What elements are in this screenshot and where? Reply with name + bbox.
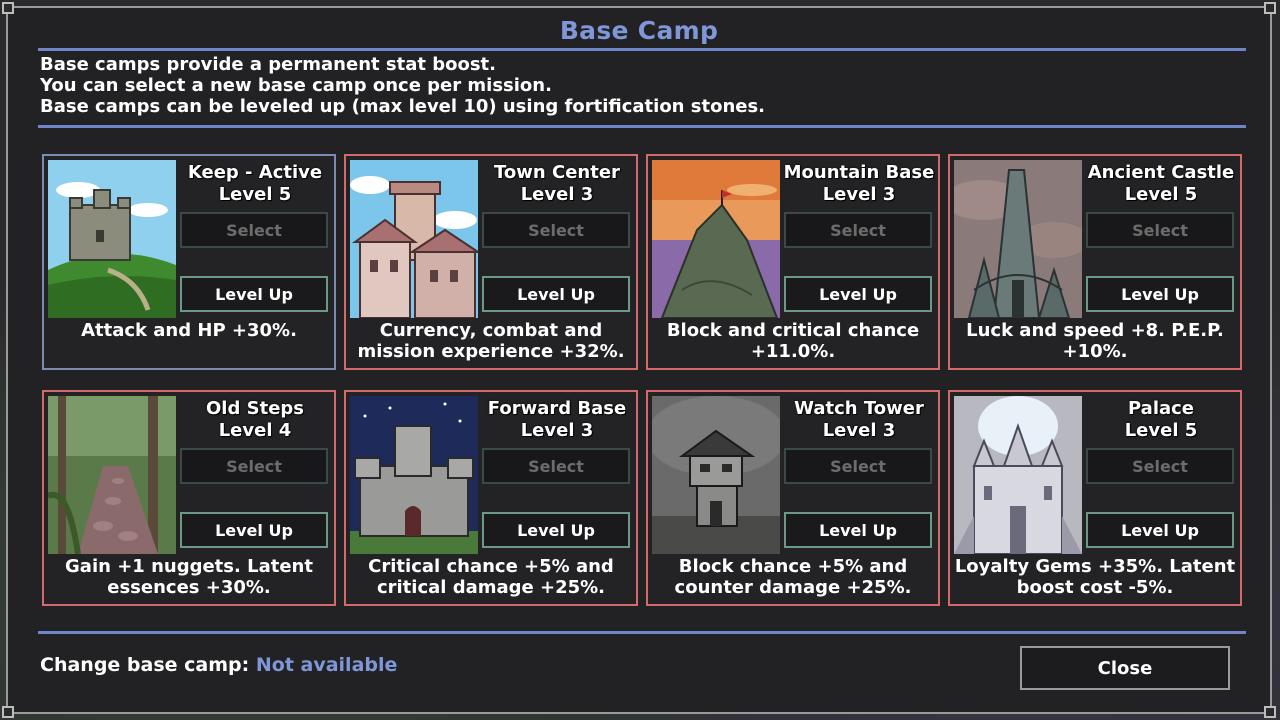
town-center-image (350, 160, 478, 318)
camp-card-palace: Palace Level 5 Select Level Up Loyalty G… (948, 390, 1242, 606)
camp-effect: Attack and HP +30%. (46, 320, 332, 341)
select-button[interactable]: Select (1086, 448, 1234, 484)
ancient-castle-image (954, 160, 1082, 318)
camp-level: Level 5 (1124, 420, 1198, 441)
change-base-camp-status: Change base camp: Not available (40, 654, 397, 676)
camp-effect: Critical chance +5% and critical damage … (348, 556, 634, 598)
camp-name: Watch Tower (794, 398, 924, 419)
camp-level: Level 5 (218, 184, 292, 205)
base-camp-dialog: Base Camp Base camps provide a permanent… (2, 2, 1276, 718)
effect-line: boost cost -5%. (1016, 577, 1174, 598)
camp-effect: Currency, combat and mission experience … (348, 320, 634, 362)
level-up-button[interactable]: Level Up (784, 276, 932, 312)
camp-effect: Block chance +5% and counter damage +25%… (650, 556, 936, 598)
select-button[interactable]: Select (180, 212, 328, 248)
select-button[interactable]: Select (1086, 212, 1234, 248)
level-up-button[interactable]: Level Up (1086, 512, 1234, 548)
keep-image (48, 160, 176, 318)
camp-level: Level 3 (520, 420, 594, 441)
camp-level: Level 4 (218, 420, 292, 441)
effect-line: +11.0%. (750, 341, 836, 362)
description-line: Base camps can be leveled up (max level … (40, 96, 766, 117)
effect-line: Loyalty Gems +35%. Latent (954, 556, 1236, 577)
mountain-base-image (652, 160, 780, 318)
frame-corner (1264, 706, 1276, 718)
frame-corner (2, 706, 14, 718)
palace-image (954, 396, 1082, 554)
old-steps-image (48, 396, 176, 554)
camp-level: Level 3 (520, 184, 594, 205)
camp-card-ancient-castle: Ancient Castle Level 5 Select Level Up L… (948, 154, 1242, 370)
camp-name: Keep - Active (187, 162, 323, 183)
camp-effect: Luck and speed +8. P.E.P. +10%. (952, 320, 1238, 362)
camp-name: Forward Base (487, 398, 627, 419)
camp-level: Level 3 (822, 184, 896, 205)
camp-name: Town Center (494, 162, 620, 183)
frame-corner (1264, 2, 1276, 14)
level-up-button[interactable]: Level Up (482, 276, 630, 312)
dialog-title: Base Camp (559, 16, 719, 45)
level-up-button[interactable]: Level Up (180, 276, 328, 312)
watch-tower-image (652, 396, 780, 554)
effect-line: Critical chance +5% and (368, 556, 614, 577)
camp-name: Old Steps (206, 398, 304, 419)
change-base-camp-value: Not available (255, 654, 398, 676)
camp-name: Mountain Base (783, 162, 935, 183)
select-button[interactable]: Select (784, 212, 932, 248)
camp-card-mountain-base: Mountain Base Level 3 Select Level Up Bl… (646, 154, 940, 370)
level-up-button[interactable]: Level Up (482, 512, 630, 548)
camp-effect: Block and critical chance +11.0%. (650, 320, 936, 362)
close-button[interactable]: Close (1020, 646, 1230, 690)
effect-line: Currency, combat and (379, 320, 603, 341)
divider (38, 631, 1246, 634)
camp-level: Level 5 (1124, 184, 1198, 205)
divider (38, 125, 1246, 128)
description: Base camps provide a permanent stat boos… (40, 54, 765, 117)
camp-card-watch-tower: Watch Tower Level 3 Select Level Up Bloc… (646, 390, 940, 606)
camp-effect: Loyalty Gems +35%. Latent boost cost -5%… (952, 556, 1238, 598)
effect-line: counter damage +25%. (674, 577, 912, 598)
effect-line: Attack and HP +30%. (81, 320, 297, 341)
effect-line: mission experience +32%. (357, 341, 625, 362)
camp-card-town-center: Town Center Level 3 Select Level Up Curr… (344, 154, 638, 370)
level-up-button[interactable]: Level Up (784, 512, 932, 548)
camp-effect: Gain +1 nuggets. Latent essences +30%. (46, 556, 332, 598)
level-up-button[interactable]: Level Up (180, 512, 328, 548)
forward-base-image (350, 396, 478, 554)
select-button[interactable]: Select (180, 448, 328, 484)
effect-line: essences +30%. (107, 577, 271, 598)
effect-line: Block chance +5% and (678, 556, 908, 577)
divider (38, 48, 1246, 51)
frame-corner (2, 2, 14, 14)
camp-name: Palace (1127, 398, 1195, 419)
effect-line: critical damage +25%. (376, 577, 606, 598)
description-line: Base camps provide a permanent stat boos… (40, 54, 496, 75)
select-button[interactable]: Select (784, 448, 932, 484)
change-base-camp-label: Change base camp: (40, 654, 250, 676)
description-line: You can select a new base camp once per … (40, 75, 552, 96)
select-button[interactable]: Select (482, 448, 630, 484)
camp-card-forward-base: Forward Base Level 3 Select Level Up Cri… (344, 390, 638, 606)
camp-card-old-steps: Old Steps Level 4 Select Level Up Gain +… (42, 390, 336, 606)
effect-line: Gain +1 nuggets. Latent (65, 556, 313, 577)
effect-line: Block and critical chance (666, 320, 920, 341)
camp-card-keep: Keep - Active Level 5 Select Level Up At… (42, 154, 336, 370)
level-up-button[interactable]: Level Up (1086, 276, 1234, 312)
effect-line: +10%. (1062, 341, 1128, 362)
camp-level: Level 3 (822, 420, 896, 441)
effect-line: Luck and speed +8. P.E.P. (966, 320, 1224, 341)
select-button[interactable]: Select (482, 212, 630, 248)
camp-name: Ancient Castle (1087, 162, 1235, 183)
